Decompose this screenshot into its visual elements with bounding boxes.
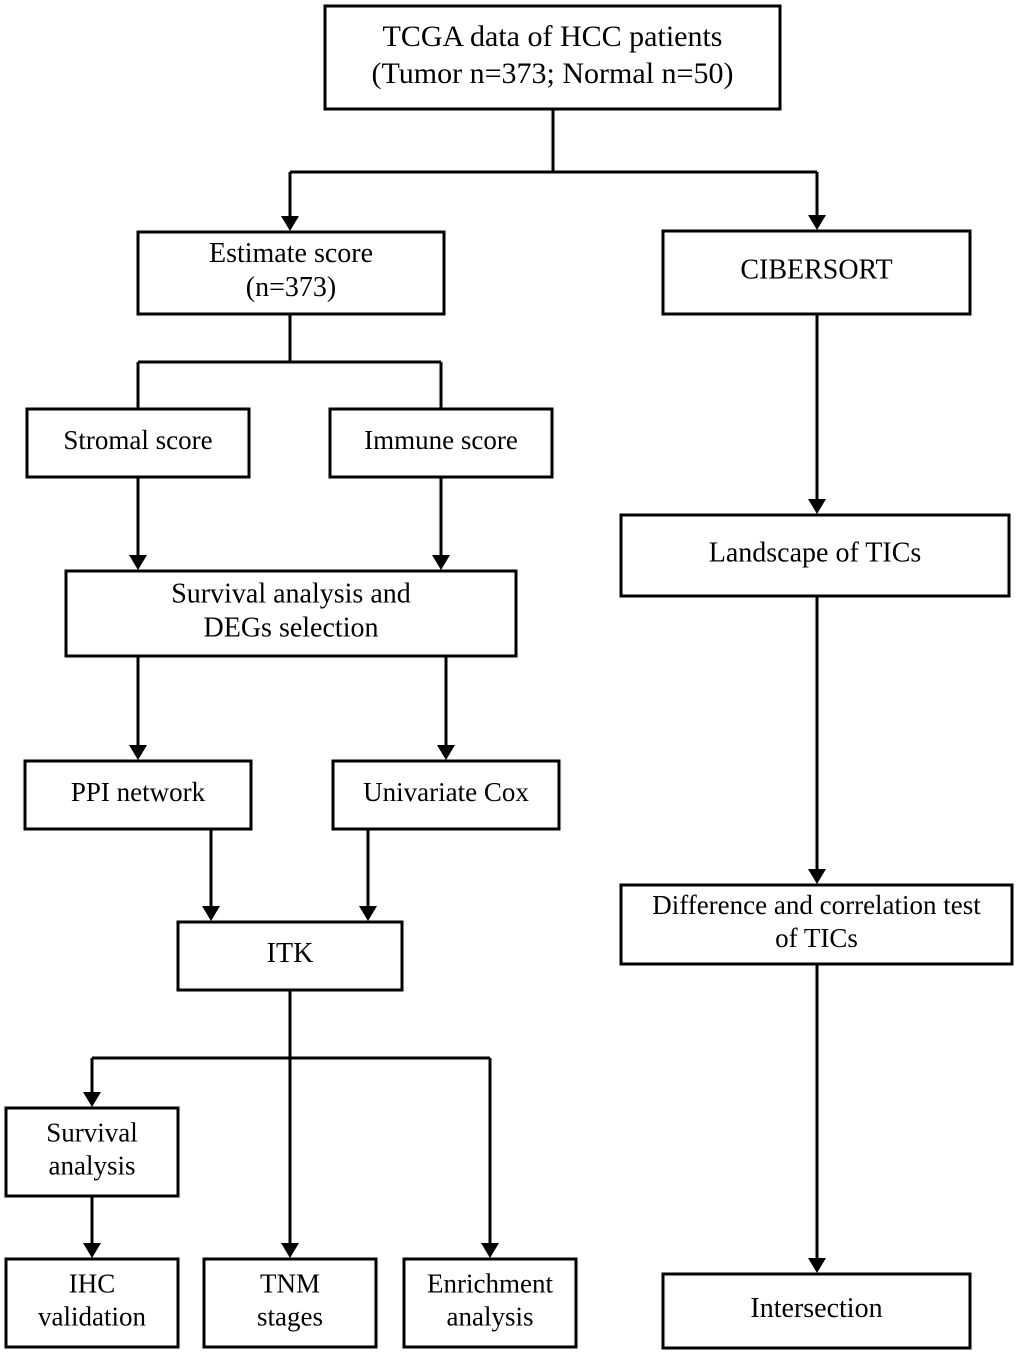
arrow-head-icon xyxy=(808,215,826,230)
node-label-line: (n=373) xyxy=(246,273,336,304)
node-label-line: TCGA data of HCC patients xyxy=(383,20,723,53)
node-label-line: (Tumor n=373; Normal n=50) xyxy=(372,57,734,90)
arrow-head-icon xyxy=(359,906,377,921)
arrow-head-icon xyxy=(808,499,826,514)
node-label-line: IHC xyxy=(69,1269,116,1299)
node-survival_analysis: Survival analysis xyxy=(4,1106,180,1198)
node-label-itk: ITK xyxy=(267,938,314,969)
node-label-line: of TICs xyxy=(775,923,858,953)
arrow-head-icon xyxy=(437,745,455,760)
node-estimate: Estimate score (n=373) xyxy=(136,230,446,316)
connector-survival-to-cox xyxy=(437,656,455,760)
node-itk: ITK xyxy=(176,920,404,992)
node-label-line: Survival xyxy=(46,1118,138,1148)
connector-itk-to-survival-analysis xyxy=(83,1058,101,1107)
node-immune: Immune score xyxy=(328,407,554,479)
node-label-line: DEGs selection xyxy=(204,613,379,644)
node-univariate_cox: Univariate Cox xyxy=(331,759,561,831)
node-label-line: Survival analysis and xyxy=(171,579,411,610)
node-ihc: IHC validation xyxy=(4,1257,180,1349)
connector-immune-to-survival xyxy=(432,477,450,570)
arrow-head-icon xyxy=(281,216,299,231)
node-label-line: Landscape of TICs xyxy=(709,538,922,569)
connector-itk-to-tnm xyxy=(281,1058,299,1258)
arrow-head-icon xyxy=(808,1258,826,1273)
node-label-line: Stromal score xyxy=(63,425,212,455)
node-label-line: Enrichment xyxy=(427,1269,553,1299)
node-survival_degs: Survival analysis and DEGs selection xyxy=(64,569,518,658)
node-layer: TCGA data of HCC patients (Tumor n=373; N… xyxy=(4,4,1014,1350)
node-intersection: Intersection xyxy=(661,1272,972,1350)
arrow-head-icon xyxy=(432,555,450,570)
arrow-head-icon xyxy=(129,555,147,570)
node-label-stromal: Stromal score xyxy=(63,425,212,455)
node-label-line: Immune score xyxy=(364,425,518,455)
node-label-immune: Immune score xyxy=(364,425,518,455)
flowchart-canvas: TCGA data of HCC patients (Tumor n=373; N… xyxy=(0,0,1020,1352)
node-tnm: TNM stages xyxy=(202,1257,378,1349)
node-label-line: Estimate score xyxy=(209,238,373,269)
arrow-head-icon xyxy=(281,1243,299,1258)
node-label-line: validation xyxy=(38,1302,146,1332)
node-label-line: stages xyxy=(257,1302,323,1332)
connector-cox-to-itk xyxy=(359,829,377,921)
connector-difference-to-intersection xyxy=(808,964,826,1273)
node-label-line: Univariate Cox xyxy=(363,777,529,807)
node-label-landscape: Landscape of TICs xyxy=(709,538,922,569)
node-label-line: analysis xyxy=(447,1302,534,1332)
node-label-line: TNM xyxy=(260,1269,320,1299)
arrow-head-icon xyxy=(202,906,220,921)
node-label-intersection: Intersection xyxy=(750,1293,882,1324)
connector-stromal-to-survival xyxy=(129,477,147,570)
node-label-line: PPI network xyxy=(71,777,206,807)
arrow-head-icon xyxy=(83,1243,101,1258)
node-difference_test: Difference and correlation test of TICs xyxy=(619,883,1014,966)
connector-survival-to-ppi xyxy=(129,656,147,760)
node-label-line: Difference and correlation test xyxy=(652,890,981,920)
node-label-line: CIBERSORT xyxy=(740,255,892,286)
node-ppi: PPI network xyxy=(23,759,253,831)
node-landscape: Landscape of TICs xyxy=(619,513,1011,598)
node-label-line: ITK xyxy=(267,938,314,969)
connector-itk-to-enrichment xyxy=(481,1058,499,1258)
node-label-line: Intersection xyxy=(750,1293,882,1324)
connector-tcga-to-cibersort xyxy=(808,172,826,230)
arrow-head-icon xyxy=(808,869,826,884)
node-label-univariate_cox: Univariate Cox xyxy=(363,777,529,807)
connector-ppi-to-itk xyxy=(202,829,220,921)
node-label-ppi: PPI network xyxy=(71,777,206,807)
node-label-line: analysis xyxy=(49,1151,136,1181)
connector-cibersort-to-landscape xyxy=(808,314,826,514)
node-tcga: TCGA data of HCC patients (Tumor n=373; N… xyxy=(323,4,782,111)
node-label-cibersort: CIBERSORT xyxy=(740,255,892,286)
connector-landscape-to-difference xyxy=(808,596,826,884)
connector-tcga-to-estimate xyxy=(281,172,299,231)
node-cibersort: CIBERSORT xyxy=(661,229,972,316)
node-enrichment: Enrichment analysis xyxy=(402,1257,578,1349)
node-stromal: Stromal score xyxy=(25,407,251,479)
arrow-head-icon xyxy=(481,1243,499,1258)
arrow-head-icon xyxy=(129,745,147,760)
arrow-head-icon xyxy=(83,1092,101,1107)
connector-survival-analysis-to-ihc xyxy=(83,1196,101,1258)
flowchart-svg: TCGA data of HCC patients (Tumor n=373; N… xyxy=(4,4,1014,1350)
